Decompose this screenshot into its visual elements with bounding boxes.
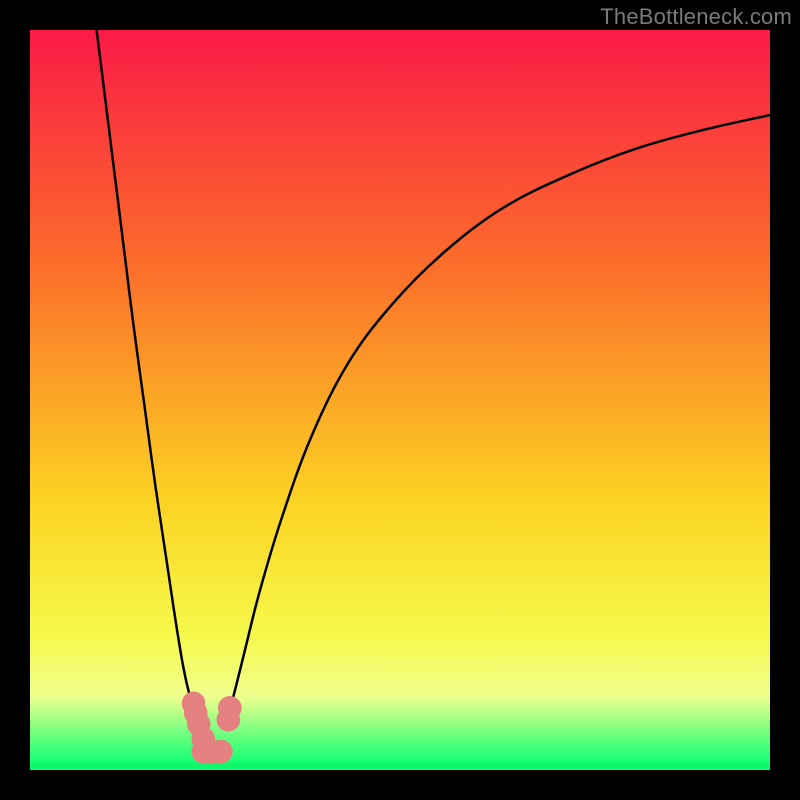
data-point: [209, 740, 233, 764]
watermark: TheBottleneck.com: [600, 4, 792, 30]
chart-svg: [30, 30, 770, 770]
chart-frame: TheBottleneck.com: [0, 0, 800, 800]
chart-plot-area: [30, 30, 770, 770]
data-point: [218, 696, 242, 720]
